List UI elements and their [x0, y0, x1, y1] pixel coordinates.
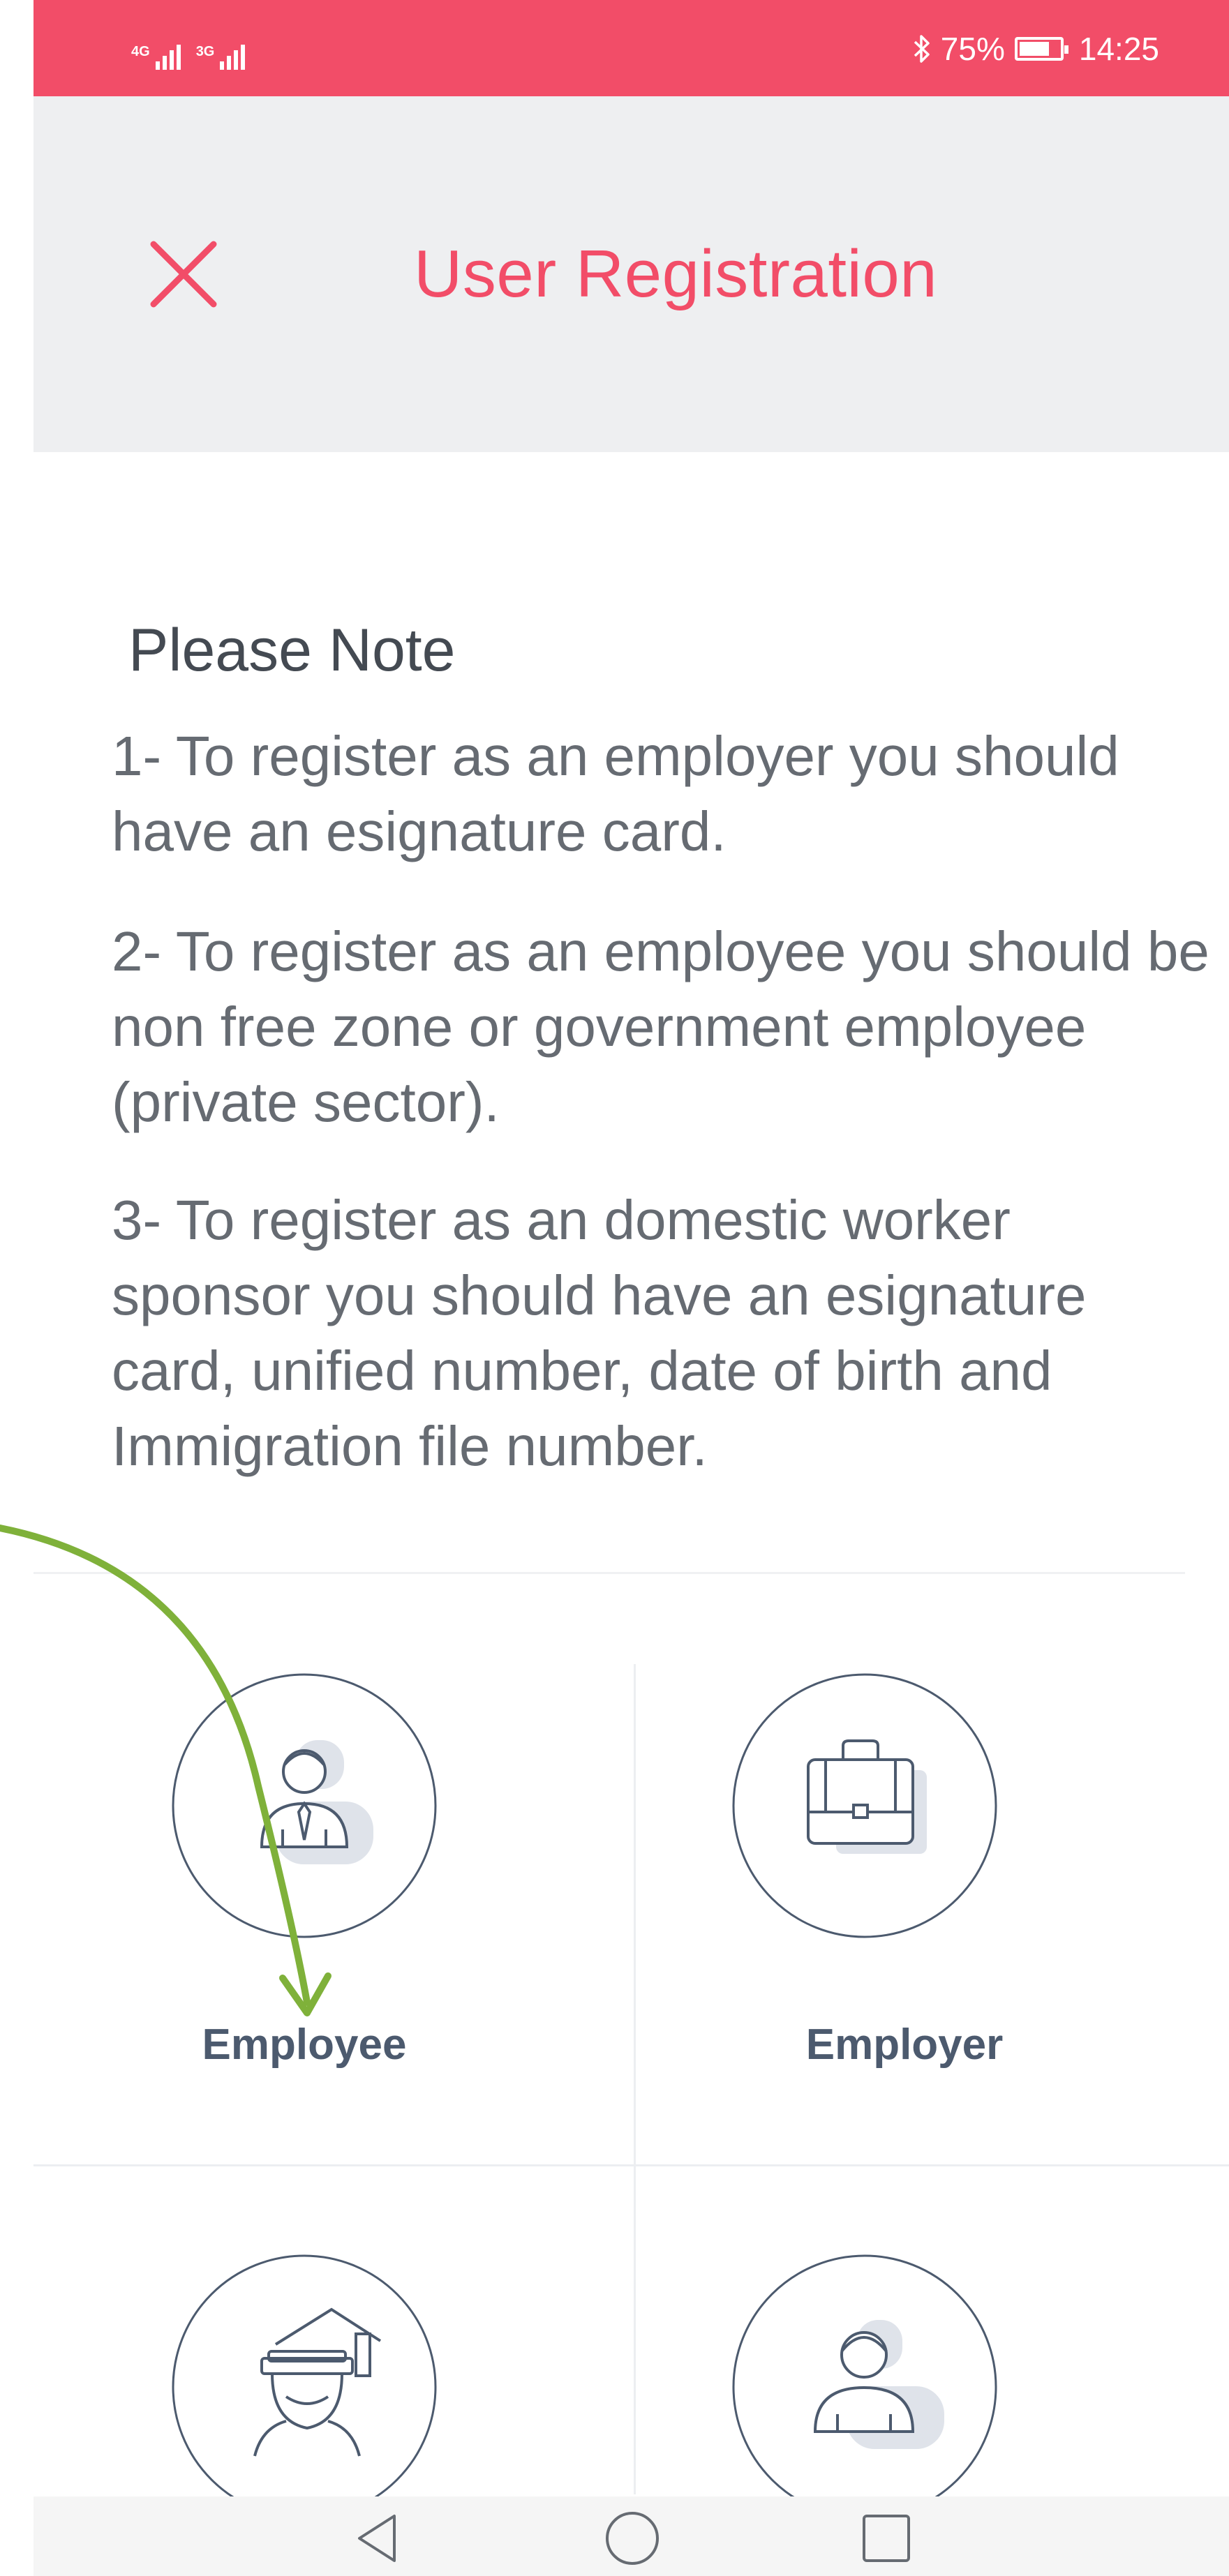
note-heading: Please Note: [128, 617, 456, 684]
system-navigation-bar: [33, 2496, 1229, 2576]
back-icon: [358, 2515, 396, 2562]
battery-icon: [1014, 37, 1068, 61]
close-icon: [150, 241, 217, 308]
home-icon: [606, 2512, 659, 2565]
domestic-worker-sponsor-icon: [172, 2254, 437, 2519]
note-item: 3- To register as an domestic worker spo…: [112, 1189, 1087, 1477]
home-button[interactable]: [597, 2503, 667, 2573]
employee-label: Employee: [202, 2021, 407, 2069]
recents-icon: [863, 2515, 910, 2562]
battery-fill: [1019, 42, 1049, 56]
back-button[interactable]: [344, 2503, 414, 2573]
clock: 14:25: [1078, 31, 1159, 67]
briefcase-icon: [732, 1673, 997, 1938]
note-item: 1- To register as an employer you should…: [112, 725, 1119, 862]
signal-icon: 3G: [196, 45, 246, 70]
close-button[interactable]: [145, 236, 222, 313]
signal-icon: 4G: [131, 45, 181, 70]
user-option[interactable]: [636, 2166, 1229, 2519]
app-screen: 4G 3G 75% 14:25 User Registration Please…: [33, 0, 1229, 2576]
status-right: 75% 14:25: [913, 27, 1159, 71]
signal-indicators: 4G 3G: [131, 28, 246, 70]
network-type-2: 3G: [195, 44, 215, 59]
divider: [33, 1572, 1185, 1574]
battery-percent: 75%: [940, 31, 1005, 67]
app-header: User Registration: [33, 96, 1229, 452]
status-bar: 4G 3G 75% 14:25: [33, 0, 1229, 96]
recents-button[interactable]: [851, 2503, 921, 2573]
note-item: 2- To register as an employee you should…: [112, 920, 1209, 1133]
bluetooth-icon: [914, 35, 930, 63]
employer-label: Employer: [805, 2021, 1004, 2069]
page-title: User Registration: [414, 237, 938, 311]
network-type-1: 4G: [131, 44, 150, 59]
domestic-worker-sponsor-option[interactable]: [33, 2166, 634, 2519]
employee-icon: [172, 1673, 437, 1938]
employer-option[interactable]: Employer: [636, 1664, 1229, 2164]
user-icon: [732, 2254, 997, 2519]
employee-option[interactable]: Employee: [33, 1664, 634, 2164]
